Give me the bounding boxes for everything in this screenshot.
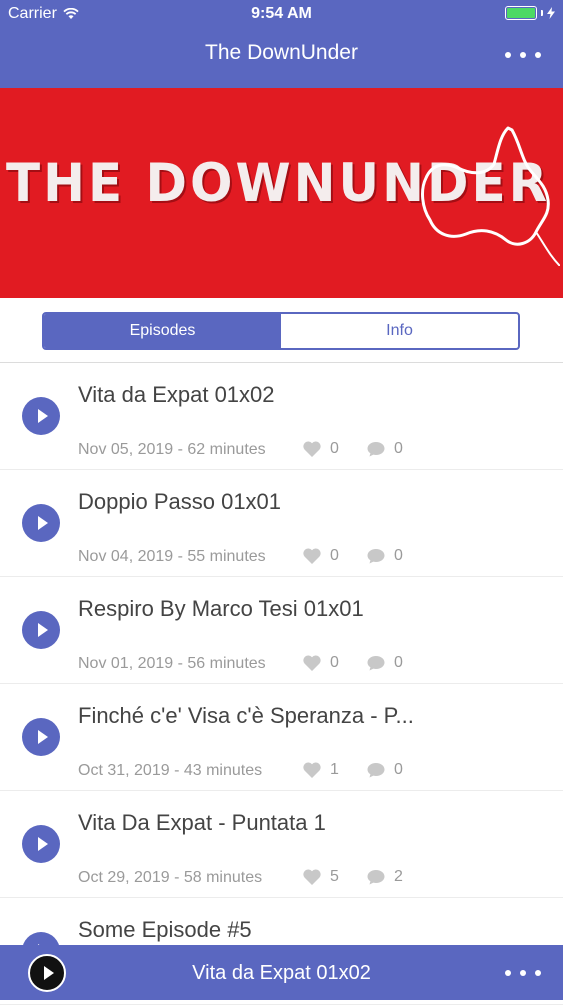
charging-icon xyxy=(547,7,555,19)
episode-date-duration: Nov 01, 2019 - 56 minutes xyxy=(78,655,266,672)
play-episode-button[interactable] xyxy=(22,718,60,756)
episode-row[interactable]: Doppio Passo 01x01 Nov 04, 2019 - 55 min… xyxy=(0,470,563,577)
comment-count[interactable]: 0 xyxy=(366,546,403,566)
page-title: The DownUnder xyxy=(205,41,358,64)
comment-icon xyxy=(367,549,385,564)
play-episode-button[interactable] xyxy=(22,825,60,863)
heart-icon xyxy=(303,548,321,564)
like-count-value: 1 xyxy=(330,761,339,778)
heart-icon xyxy=(303,762,321,778)
episode-row[interactable]: Finché c'e' Visa c'è Speranza - P... Oct… xyxy=(0,684,563,791)
comment-count-value: 2 xyxy=(394,868,403,885)
battery-icon xyxy=(505,6,537,20)
podcast-banner: THE DOWNUNDER xyxy=(0,88,563,298)
like-count[interactable]: 1 xyxy=(302,760,339,780)
episode-date-duration: Nov 05, 2019 - 62 minutes xyxy=(78,441,266,458)
like-count[interactable]: 0 xyxy=(302,653,339,673)
episode-row[interactable]: Respiro By Marco Tesi 01x01 Nov 01, 2019… xyxy=(0,577,563,684)
comment-count-value: 0 xyxy=(394,440,403,457)
mini-player[interactable]: Vita da Expat 01x02 xyxy=(0,945,563,1000)
episode-title: Vita Da Expat - Puntata 1 xyxy=(78,810,326,835)
comment-count[interactable]: 0 xyxy=(366,653,403,673)
clock: 9:54 AM xyxy=(251,5,312,22)
play-episode-button[interactable] xyxy=(22,611,60,649)
episode-title: Vita da Expat 01x02 xyxy=(78,382,275,407)
heart-icon xyxy=(303,655,321,671)
more-options-button[interactable] xyxy=(505,43,541,67)
play-episode-button[interactable] xyxy=(22,397,60,435)
player-more-button[interactable] xyxy=(505,969,541,977)
episode-row[interactable]: Vita da Expat 01x02 Nov 05, 2019 - 62 mi… xyxy=(0,363,563,470)
australia-outline-icon xyxy=(421,126,560,266)
comment-count-value: 0 xyxy=(394,761,403,778)
comment-icon xyxy=(367,870,385,885)
play-episode-button[interactable] xyxy=(22,504,60,542)
like-count[interactable]: 5 xyxy=(302,867,339,887)
more-horizontal-icon xyxy=(505,52,511,58)
episode-list: Vita da Expat 01x02 Nov 05, 2019 - 62 mi… xyxy=(0,363,563,1005)
episode-title: Some Episode #5 xyxy=(78,917,252,942)
like-count-value: 0 xyxy=(330,547,339,564)
navigation-bar: The DownUnder xyxy=(0,28,563,88)
like-count-value: 0 xyxy=(330,654,339,671)
episode-title: Doppio Passo 01x01 xyxy=(78,489,282,514)
like-count-value: 5 xyxy=(330,868,339,885)
comment-icon xyxy=(367,442,385,457)
battery-indicator xyxy=(505,6,555,20)
segmented-control: Episodes Info xyxy=(42,312,520,350)
episode-date-duration: Oct 29, 2019 - 58 minutes xyxy=(78,869,263,886)
like-count[interactable]: 0 xyxy=(302,546,339,566)
episode-title: Respiro By Marco Tesi 01x01 xyxy=(78,596,364,621)
like-count[interactable]: 0 xyxy=(302,439,339,459)
tab-info[interactable]: Info xyxy=(281,314,518,348)
episode-title: Finché c'e' Visa c'è Speranza - P... xyxy=(78,703,414,728)
more-horizontal-icon xyxy=(505,970,511,976)
comment-icon xyxy=(367,763,385,778)
heart-icon xyxy=(303,441,321,457)
tab-episodes[interactable]: Episodes xyxy=(44,314,281,348)
comment-count[interactable]: 0 xyxy=(366,760,403,780)
comment-count[interactable]: 2 xyxy=(366,867,403,887)
heart-icon xyxy=(303,869,321,885)
tab-bar-container: Episodes Info xyxy=(0,298,563,363)
comment-count-value: 0 xyxy=(394,547,403,564)
comment-count-value: 0 xyxy=(394,654,403,671)
episode-row[interactable]: Vita Da Expat - Puntata 1 Oct 29, 2019 -… xyxy=(0,791,563,898)
status-bar: Carrier 9:54 AM xyxy=(0,0,563,28)
episode-date-duration: Nov 04, 2019 - 55 minutes xyxy=(78,548,266,565)
episode-date-duration: Oct 31, 2019 - 43 minutes xyxy=(78,762,263,779)
comment-icon xyxy=(367,656,385,671)
comment-count[interactable]: 0 xyxy=(366,439,403,459)
now-playing-title: Vita da Expat 01x02 xyxy=(192,962,371,984)
like-count-value: 0 xyxy=(330,440,339,457)
